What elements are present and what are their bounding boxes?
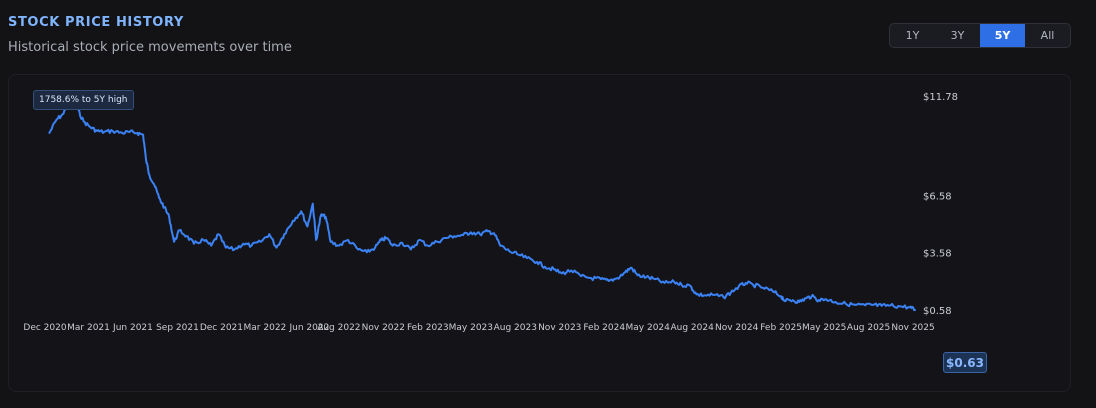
- y-tick-label: $3.58: [923, 249, 952, 260]
- x-tick-label: Mar 2021: [67, 323, 110, 333]
- x-tick-label: Feb 2024: [583, 323, 625, 333]
- price-chart: $11.78 $6.58 $3.58 $0.58 Dec 2020 Mar 2021 Ju…: [23, 92, 958, 333]
- x-axis: Dec 2020 Mar 2021 Jun 2021 Sep 2021 Dec 2021…: [23, 323, 934, 333]
- x-tick-label: May 2025: [802, 323, 846, 333]
- y-axis: $11.78 $6.58 $3.58 $0.58: [923, 92, 958, 317]
- price-line: [48, 96, 916, 312]
- x-tick-label: Nov 2023: [538, 323, 581, 333]
- x-tick-label: May 2023: [449, 323, 493, 333]
- x-tick-label: Nov 2025: [891, 323, 934, 333]
- x-tick-label: Feb 2023: [407, 323, 449, 333]
- x-tick-label: Mar 2022: [244, 323, 287, 333]
- x-tick-label: Dec 2021: [200, 323, 243, 333]
- y-tick-label: $11.78: [923, 92, 958, 103]
- high-annotation: 1758.6% to 5Y high: [33, 90, 134, 110]
- x-tick-label: Sep 2021: [156, 323, 199, 333]
- current-price-badge: $0.63: [943, 352, 987, 373]
- x-tick-label: Aug 2025: [847, 323, 890, 333]
- x-tick-label: Aug 2022: [317, 323, 360, 333]
- x-tick-label: Feb 2025: [760, 323, 802, 333]
- x-tick-label: Aug 2024: [671, 323, 715, 333]
- x-tick-label: May 2024: [626, 323, 671, 333]
- x-tick-label: Nov 2024: [715, 323, 759, 333]
- x-tick-label: Jun 2021: [112, 323, 153, 333]
- x-tick-label: Nov 2022: [362, 323, 405, 333]
- x-tick-label: Aug 2023: [494, 323, 537, 333]
- y-tick-label: $6.58: [923, 191, 952, 202]
- x-tick-label: Dec 2020: [23, 323, 66, 333]
- y-tick-label: $0.58: [923, 306, 952, 317]
